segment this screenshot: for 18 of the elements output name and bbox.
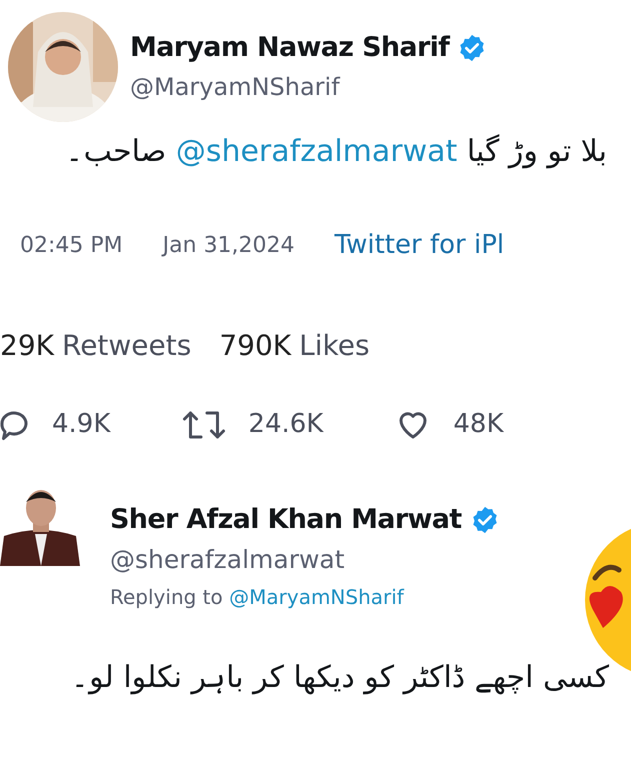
mention-link[interactable]: @MaryamNSharif <box>229 585 404 609</box>
stat-count: 29K <box>0 328 54 364</box>
action-count: 4.9K <box>52 408 110 441</box>
author-name: Maryam Nawaz Sharif <box>130 31 450 65</box>
stat-label: Likes <box>299 328 370 364</box>
tweet-time: 02:45 PM <box>20 232 123 260</box>
stat-count: 790K <box>219 328 292 364</box>
tweet-source-link[interactable]: Twitter for iPl <box>334 226 504 265</box>
mention-link[interactable]: @sherafzalmarwat <box>176 134 458 169</box>
reply-text: کسی اچھے ڈاکٹر کو دیکھا کر باہر نکلوا لو۔ <box>71 659 609 697</box>
author-handle: @sherafzalmarwat <box>110 544 346 576</box>
action-count: 24.6K <box>248 408 324 441</box>
author-name: Sher Afzal Khan Marwat <box>110 503 462 537</box>
tweet-date: Jan 31,2024 <box>162 232 295 260</box>
action-count: 48K <box>453 408 504 441</box>
replying-to-text: Replying to @MaryamNSharif <box>110 584 406 611</box>
author-handle: @MaryamNSharif <box>130 72 342 102</box>
stat-label: Retweets <box>62 328 192 364</box>
